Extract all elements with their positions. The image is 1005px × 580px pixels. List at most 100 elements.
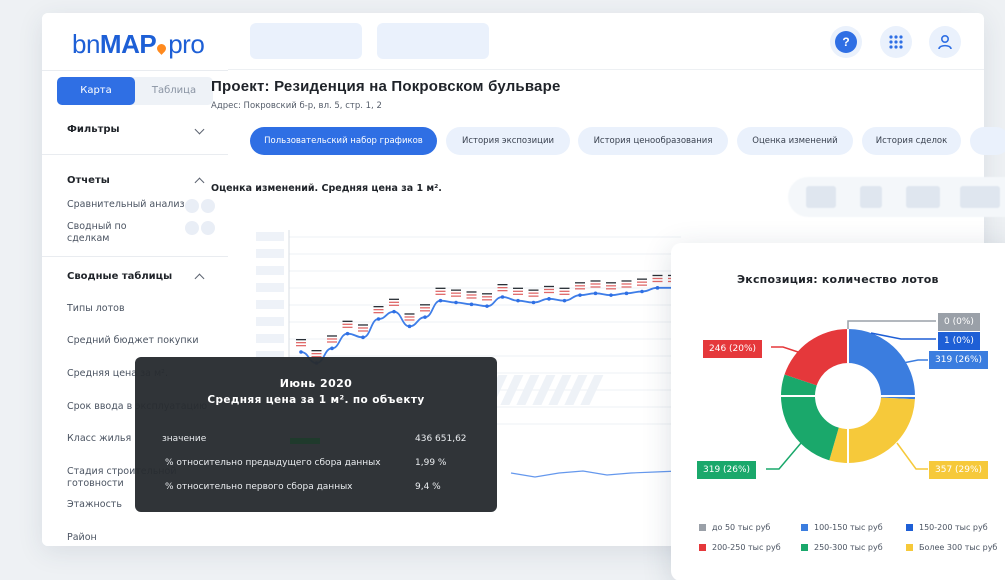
map-pin-icon xyxy=(155,42,169,55)
legend-item[interactable]: 150-200 тыс руб xyxy=(906,523,988,532)
sidebar-item-class[interactable]: Класс жилья xyxy=(67,433,131,445)
data-label-mark xyxy=(652,280,663,283)
data-label-mark xyxy=(606,285,616,287)
page-title: Проект: Резиденция на Покровском бульвар… xyxy=(211,78,561,95)
y-tick-placeholder xyxy=(256,300,284,309)
data-point xyxy=(578,293,582,297)
data-point xyxy=(376,317,381,321)
data-label-mark xyxy=(327,341,337,343)
chevron-down-icon[interactable] xyxy=(194,124,205,135)
blurred-toolbar xyxy=(788,177,1005,217)
tab-change-assessment[interactable]: Оценка изменений xyxy=(737,127,853,155)
data-label-mark xyxy=(528,295,539,297)
data-label-mark xyxy=(575,282,585,284)
data-label-mark xyxy=(652,277,663,280)
data-point xyxy=(609,293,613,297)
data-label-mark xyxy=(544,291,554,294)
series-points xyxy=(299,286,675,365)
data-point xyxy=(423,315,427,319)
data-label-mark xyxy=(358,330,368,332)
data-point xyxy=(485,304,489,308)
sidebar-item-avg-budget[interactable]: Средний бюджет покупки xyxy=(67,335,199,347)
sidebar-item-floors[interactable]: Этажность xyxy=(67,499,122,511)
data-label-mark xyxy=(451,289,461,291)
tooltip-value: 9,4 % xyxy=(415,482,441,492)
data-label-mark xyxy=(420,310,430,312)
data-label-mark xyxy=(497,284,508,286)
legend-item[interactable]: 200-250 тыс руб xyxy=(699,543,781,552)
tab-deals-history[interactable]: История сделок xyxy=(862,127,961,155)
pie-label-5: 357 (29%) xyxy=(929,461,989,479)
data-label-mark xyxy=(311,350,322,352)
report-item-comparative[interactable]: Сравнительный анализ xyxy=(67,199,185,211)
data-label-mark xyxy=(637,281,647,283)
help-button[interactable]: ? xyxy=(830,26,862,58)
grid-icon xyxy=(889,35,903,49)
top-placeholder[interactable] xyxy=(250,23,362,59)
toggle-table[interactable]: Таблица xyxy=(135,77,213,105)
legend-item[interactable]: 100-150 тыс руб xyxy=(801,523,883,532)
data-point xyxy=(454,300,458,305)
tab-more[interactable] xyxy=(970,127,1005,155)
data-label-mark xyxy=(544,285,554,288)
chevron-up-icon[interactable] xyxy=(194,273,205,284)
logo[interactable]: bnMAP pro xyxy=(72,29,205,60)
tooltip-title: Июнь 2020 xyxy=(279,377,353,390)
filters-heading[interactable]: Фильтры xyxy=(67,124,120,135)
pie-slice xyxy=(781,374,839,461)
user-icon xyxy=(938,34,952,50)
y-tick-placeholder xyxy=(256,283,284,292)
user-button[interactable] xyxy=(929,26,961,58)
data-point xyxy=(640,289,644,294)
data-label-mark xyxy=(575,288,585,290)
data-label-mark xyxy=(482,299,492,301)
tooltip-label: % относительно предыдущего сбора данных xyxy=(165,458,381,468)
tab-custom-charts[interactable]: Пользовательский набор графиков xyxy=(250,127,437,155)
reports-heading[interactable]: Отчеты xyxy=(67,175,110,186)
top-placeholder[interactable] xyxy=(377,23,489,59)
help-icon: ? xyxy=(835,31,857,53)
data-label-mark xyxy=(404,319,415,321)
tab-pricing-history[interactable]: История ценообразования xyxy=(578,127,728,155)
report-item-deals[interactable]: Сводный по сделкам xyxy=(67,221,147,245)
sidebar-item-district[interactable]: Район xyxy=(67,532,97,544)
data-label-mark xyxy=(389,304,399,306)
pie-label-0: 0 (0%) xyxy=(938,313,980,331)
pie-label-3: 246 (20%) xyxy=(703,340,763,358)
data-label-mark xyxy=(435,287,446,289)
tab-exposure-history[interactable]: История экспозиции xyxy=(446,127,570,155)
divider xyxy=(42,154,228,155)
pie-leader-line xyxy=(896,442,928,470)
data-label-mark xyxy=(342,323,353,325)
pie-leader-line xyxy=(847,320,936,329)
data-point xyxy=(531,300,536,305)
logo-text-bn: bn xyxy=(72,29,100,59)
tooltip-label: % относительно первого сбора данных xyxy=(165,482,353,492)
sidebar-item-lot-types[interactable]: Типы лотов xyxy=(67,303,125,315)
toggle-map[interactable]: Карта xyxy=(57,77,135,105)
data-point xyxy=(438,298,443,303)
data-label-mark xyxy=(559,293,570,295)
data-label-mark xyxy=(451,295,461,297)
data-label-mark xyxy=(296,345,306,347)
data-point xyxy=(299,350,303,354)
pie-label-2: 1 (0%) xyxy=(938,332,980,350)
legend-item[interactable]: 250-300 тыс руб xyxy=(801,543,883,552)
pie-slice xyxy=(784,329,848,386)
data-point xyxy=(500,295,505,299)
data-label-mark xyxy=(559,287,570,289)
data-point xyxy=(547,297,551,301)
data-label-mark xyxy=(590,283,601,285)
data-point xyxy=(330,346,334,351)
pie-leader-line xyxy=(902,359,928,364)
legend-item[interactable]: Более 300 тыс руб xyxy=(906,543,997,552)
apps-button[interactable] xyxy=(880,26,912,58)
data-label-mark xyxy=(606,282,616,284)
chevron-up-icon[interactable] xyxy=(194,177,205,188)
summary-tables-heading[interactable]: Сводные таблицы xyxy=(67,271,172,282)
data-label-mark xyxy=(637,284,647,286)
data-label-mark xyxy=(513,293,523,295)
legend-item[interactable]: до 50 тыс руб xyxy=(699,523,770,532)
pie-label-4: 319 (26%) xyxy=(697,461,757,479)
data-label-mark xyxy=(621,283,632,285)
